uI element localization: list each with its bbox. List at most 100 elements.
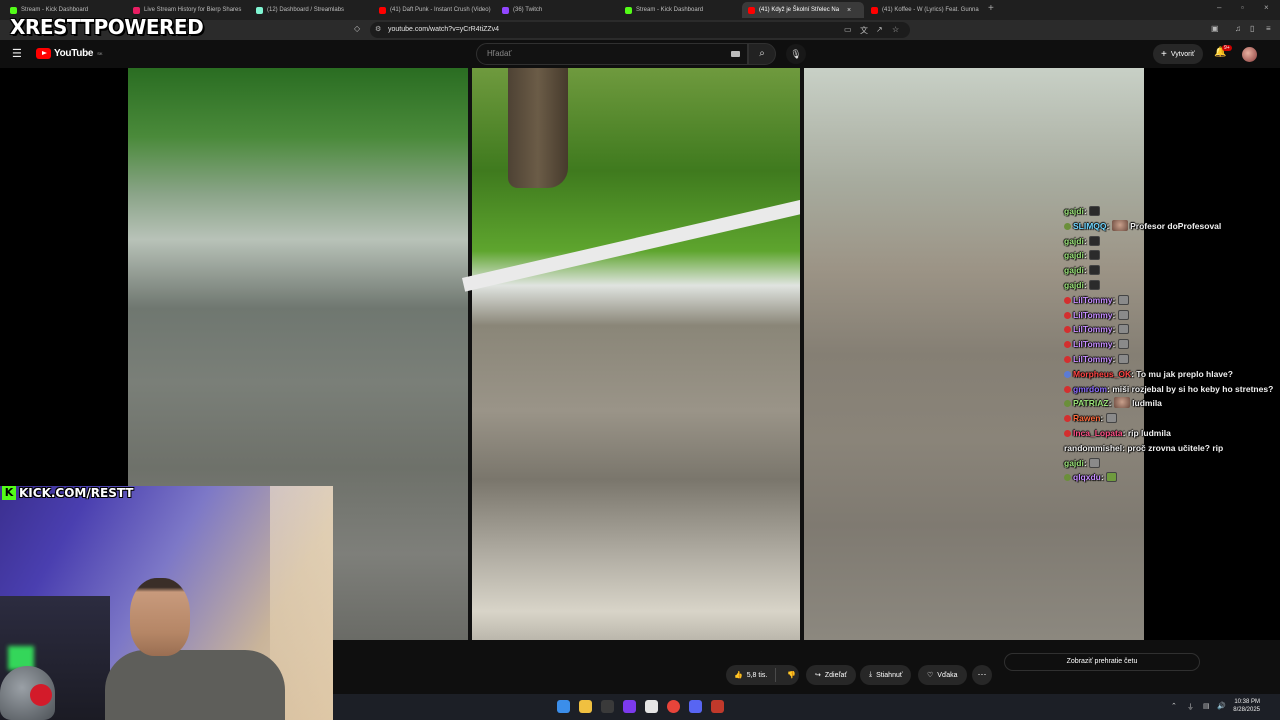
chat-badge-icon: [1064, 222, 1071, 230]
streamer-head: [130, 578, 190, 656]
network-icon[interactable]: ▤: [1203, 702, 1210, 710]
chat-emote-icon: [1113, 397, 1130, 409]
video-curb: [462, 197, 816, 292]
tray-chevron-icon[interactable]: ⌃: [1171, 702, 1177, 710]
site-info-icon[interactable]: ⚙: [375, 25, 381, 33]
chat-username: qlqxdu: [1073, 472, 1101, 483]
youtube-masthead: ☰ YouTube SK ⌕ 🎙 +Vytvoriť 🔔 9+: [0, 40, 1280, 68]
address-bar[interactable]: ⚙ youtube.com/watch?v=yCrR4tiZZv4 ▭ 文 ↗ …: [370, 22, 910, 38]
share-button[interactable]: ↪ Zdieľať: [806, 665, 857, 685]
chat-text: rip ludmila: [1127, 427, 1171, 438]
tab-label: Live Stream History for Bierp Shares: [144, 7, 242, 13]
thanks-button[interactable]: ♡ Vďaka: [918, 665, 967, 685]
new-tab-icon[interactable]: +: [988, 3, 994, 14]
dislike-button[interactable]: 👎: [780, 671, 803, 679]
youtube-favicon-icon: [871, 6, 878, 14]
chat-badge-icon: [1064, 326, 1071, 334]
chat-username: LilTommy: [1073, 339, 1113, 350]
hamburger-menu-icon[interactable]: ☰: [12, 47, 22, 60]
twitch-favicon-icon: [502, 6, 509, 14]
more-horizontal-icon: ⋯: [977, 669, 987, 679]
windows-start-icon[interactable]: [557, 700, 570, 713]
chat-emote-icon: [1089, 457, 1101, 468]
chrome-icon[interactable]: [667, 700, 680, 713]
chat-emote-icon: [1089, 279, 1101, 290]
obs-icon[interactable]: [623, 700, 636, 713]
plus-icon: +: [1161, 48, 1167, 60]
browser-tab[interactable]: (41) Daft Punk - Instant Crush (Video): [373, 2, 495, 18]
browser-tab[interactable]: (12) Dashboard / Streamlabs: [250, 2, 372, 18]
chat-username: gajdi: [1064, 457, 1084, 468]
site-favicon-icon: [133, 6, 140, 14]
profile-icon[interactable]: ▯: [1250, 24, 1254, 33]
notepad-icon[interactable]: [645, 700, 658, 713]
chat-badge-icon: [1064, 400, 1071, 408]
voice-search-button[interactable]: 🎙: [786, 44, 806, 64]
volume-icon[interactable]: 🔊: [1217, 702, 1226, 710]
chat-message: gajdi:: [1064, 204, 1274, 219]
search-icon: ⌕: [759, 48, 765, 59]
search-input[interactable]: [487, 49, 717, 58]
browser-menu-icon[interactable]: ≡: [1266, 24, 1271, 33]
download-button[interactable]: ⤓ Stiahnuť: [860, 665, 912, 685]
usb-icon[interactable]: ⏚: [1187, 702, 1194, 712]
chat-message: PATRIAZ: ludmila: [1064, 396, 1274, 411]
media-control-icon[interactable]: ♫: [1235, 24, 1241, 33]
mascot-figure: [0, 666, 55, 720]
youtube-logo[interactable]: YouTube SK: [36, 48, 103, 59]
window-close-icon[interactable]: ×: [1264, 3, 1269, 12]
chat-message: randommishel: proč zrovna učitele? rip: [1064, 441, 1274, 456]
install-app-icon[interactable]: ▭: [844, 25, 852, 34]
system-clock[interactable]: 10:38 PM 8/28/2025: [1233, 698, 1260, 714]
chat-username: gajdi: [1064, 265, 1084, 276]
search-button[interactable]: ⌕: [748, 43, 776, 65]
streamlabs-favicon-icon: [256, 6, 263, 14]
kick-logo-icon: K: [2, 485, 16, 500]
browser-tab[interactable]: Stream - Kick Dashboard: [619, 2, 741, 18]
chat-message: LilTommy:: [1064, 337, 1274, 352]
chat-message: LilTommy:: [1064, 293, 1274, 308]
minimize-icon[interactable]: –: [1217, 3, 1221, 12]
app-icon[interactable]: [711, 700, 724, 713]
share-page-icon[interactable]: ↗: [876, 25, 883, 34]
video-frame: [462, 68, 816, 640]
like-button[interactable]: 👍 5,8 tis.: [726, 668, 777, 682]
browser-tab-active[interactable]: (41) Když je Školní Střelec Na ×: [742, 2, 864, 18]
url-text: youtube.com/watch?v=yCrR4tiZZv4: [388, 26, 500, 33]
close-tab-icon[interactable]: ×: [847, 7, 851, 14]
video-tree: [508, 68, 568, 188]
chat-username: randommishel: [1064, 442, 1123, 453]
chat-username: gajdi: [1064, 250, 1084, 261]
chat-message: gajdi:: [1064, 456, 1274, 471]
like-count: 5,8 tis.: [746, 671, 768, 679]
translate-icon[interactable]: 文: [860, 25, 868, 36]
chat-emote-icon: [1089, 250, 1101, 261]
chat-username: Morpheus_OK: [1073, 368, 1132, 379]
tab-label: (12) Dashboard / Streamlabs: [267, 7, 345, 13]
chat-badge-icon: [1064, 355, 1071, 363]
browser-tab[interactable]: (41) Koffee - W (Lyrics) Feat. Gunna: [865, 2, 987, 18]
favorite-star-icon[interactable]: ☆: [892, 25, 899, 34]
chat-message: SLIMQQ: Profesor doProfesoval: [1064, 219, 1274, 234]
maximize-icon[interactable]: ▫: [1241, 3, 1244, 12]
extensions-icon[interactable]: ▣: [1211, 24, 1219, 33]
microphone-icon: 🎙: [790, 49, 802, 59]
bookmark-icon[interactable]: ◇: [354, 24, 360, 33]
chat-username: gajdi: [1064, 235, 1084, 246]
keyboard-icon[interactable]: [731, 51, 740, 57]
show-chat-replay-button[interactable]: Zobraziť prehratie četu: [1004, 653, 1200, 671]
thumbs-down-icon: 👎: [787, 672, 797, 679]
chat-username: gajdi: [1064, 206, 1084, 216]
chat-badge-icon: [1064, 415, 1071, 423]
notification-count-badge: 9+: [1222, 45, 1232, 51]
browser-tab[interactable]: (36) Twitch: [496, 2, 618, 18]
terminal-icon[interactable]: [601, 700, 614, 713]
account-avatar[interactable]: [1242, 47, 1257, 62]
share-label: Zdieľať: [824, 671, 848, 679]
chat-separator: :: [1106, 220, 1112, 231]
file-explorer-icon[interactable]: [579, 700, 592, 713]
more-actions-button[interactable]: ⋯: [972, 665, 992, 685]
kick-favicon-icon: [625, 6, 632, 14]
create-button[interactable]: + Vytvoriť: [1153, 44, 1203, 64]
discord-icon[interactable]: [689, 700, 702, 713]
